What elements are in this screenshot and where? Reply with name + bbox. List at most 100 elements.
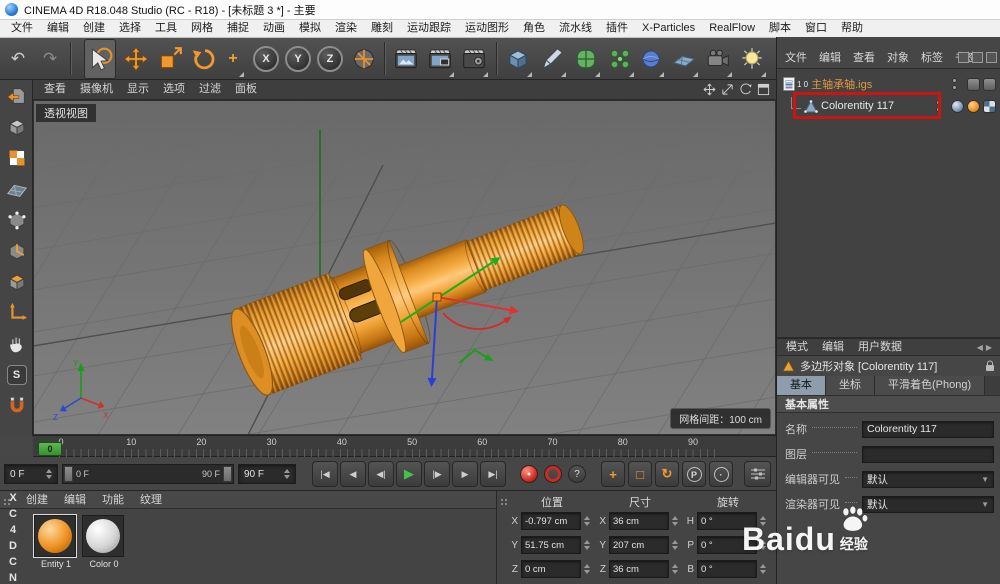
object-row-root[interactable]: 1 0 主轴承轴.igs	[777, 73, 1000, 95]
viewport-menu-item[interactable]: 显示	[120, 80, 156, 99]
object-manager-menu-item[interactable]: 标签	[915, 49, 949, 67]
material-menu-item[interactable]: 纹理	[132, 491, 170, 509]
menu-item[interactable]: 动画	[256, 20, 292, 37]
menu-item[interactable]: 工具	[148, 20, 184, 37]
menu-item[interactable]: 流水线	[552, 20, 599, 37]
magnet-tool-button[interactable]	[0, 390, 33, 421]
texture-mode-button[interactable]	[0, 142, 33, 173]
coordinate-system-button[interactable]	[348, 39, 380, 79]
end-frame-spinner[interactable]: 90 F	[238, 464, 296, 484]
polygons-mode-button[interactable]	[0, 266, 33, 297]
viewport-menu-item[interactable]: 面板	[228, 80, 264, 99]
menu-item[interactable]: 模拟	[292, 20, 328, 37]
object-manager-menu-item[interactable]: 查看	[847, 49, 881, 67]
recent-tools-button[interactable]: +	[220, 39, 246, 79]
timeline-options-button[interactable]	[744, 461, 771, 487]
menu-item[interactable]: 文件	[4, 20, 40, 37]
history-arrows-icon[interactable]: ◀▶	[977, 343, 1000, 352]
redo-button[interactable]: ↷	[34, 39, 66, 79]
object-name[interactable]: 主轴承轴.igs	[811, 76, 872, 92]
key-scale-toggle[interactable]: □	[628, 461, 652, 487]
editor-visibility-dropdown[interactable]: 默认▼	[862, 471, 994, 488]
move-tool[interactable]	[120, 39, 152, 79]
current-frame-spinner[interactable]: 0 F	[4, 464, 58, 484]
add-light-button[interactable]	[736, 39, 768, 79]
rotation-h-field[interactable]: H0 °	[685, 511, 766, 531]
points-mode-button[interactable]	[0, 204, 33, 235]
next-frame-button[interactable]: |▶	[424, 461, 450, 487]
key-position-toggle[interactable]: +	[601, 461, 625, 487]
object-manager-menu-item[interactable]: 对象	[881, 49, 915, 67]
attribute-menu-item[interactable]: 用户数据	[851, 338, 909, 356]
basic-properties-header[interactable]: 基本属性	[777, 395, 1000, 413]
visibility-dots-icon[interactable]	[952, 78, 957, 90]
tag-icon[interactable]	[983, 78, 996, 91]
spinner-arrows-icon[interactable]	[672, 516, 678, 526]
go-to-start-button[interactable]: |◀	[312, 461, 338, 487]
x-axis-lock-button[interactable]: X	[250, 39, 282, 79]
material-menu-item[interactable]: 创建	[18, 491, 56, 509]
spinner-arrows-icon[interactable]	[760, 516, 766, 526]
object-name[interactable]: Colorentity 117	[821, 100, 894, 112]
enable-snap-button[interactable]: S	[0, 359, 33, 390]
add-spline-pen-button[interactable]	[536, 39, 568, 79]
workplane-mode-button[interactable]	[0, 173, 33, 204]
add-subdivision-surface-button[interactable]	[570, 39, 602, 79]
menu-item[interactable]: 运动图形	[458, 20, 516, 37]
previous-key-button[interactable]: ◀	[340, 461, 366, 487]
menu-item[interactable]: RealFlow	[702, 20, 762, 37]
menu-item[interactable]: 创建	[76, 20, 112, 37]
scale-tool[interactable]	[154, 39, 186, 79]
undo-button[interactable]: ↶	[2, 39, 34, 79]
viewport-canvas[interactable]: Y X Z	[33, 100, 776, 435]
size-y-field[interactable]: Y207 cm	[597, 535, 678, 555]
spinner-arrows-icon[interactable]	[760, 540, 766, 550]
viewport-perspective[interactable]: 查看摄像机显示选项过滤面板	[33, 80, 776, 435]
maximize-icon[interactable]	[757, 83, 770, 96]
render-view-button[interactable]	[390, 39, 422, 79]
go-to-end-button[interactable]: ▶|	[480, 461, 506, 487]
menu-item[interactable]: 编辑	[40, 20, 76, 37]
object-manager-list[interactable]: 1 0 主轴承轴.igs Colorentity 117	[777, 68, 1000, 338]
menu-item[interactable]: X-Particles	[635, 20, 702, 37]
autokey-toggle[interactable]	[544, 465, 562, 483]
attribute-menu-item[interactable]: 编辑	[815, 338, 851, 356]
spinner-arrows-icon[interactable]	[584, 516, 590, 526]
menu-item[interactable]: 雕刻	[364, 20, 400, 37]
record-keyframe-button[interactable]: ●	[520, 465, 538, 483]
panel-grip-icon[interactable]	[3, 495, 13, 513]
add-primitive-cube-button[interactable]	[502, 39, 534, 79]
material-menu-item[interactable]: 编辑	[56, 491, 94, 509]
range-start-handle[interactable]	[64, 466, 73, 482]
menu-item[interactable]: 运动跟踪	[400, 20, 458, 37]
visibility-dots-icon[interactable]	[936, 100, 941, 112]
timeline-ruler[interactable]: 0102030405060708090 0	[33, 435, 776, 457]
viewport-menu-item[interactable]: 选项	[156, 80, 192, 99]
tag-icon[interactable]	[967, 78, 980, 91]
add-array-button[interactable]	[604, 39, 636, 79]
pan-icon[interactable]	[703, 83, 716, 96]
position-x-field[interactable]: X-0.797 cm	[509, 511, 590, 531]
name-input[interactable]: Colorentity 117	[862, 421, 994, 438]
menu-item[interactable]: 帮助	[834, 20, 870, 37]
timeline-playhead[interactable]: 0	[38, 442, 62, 456]
edit-render-settings-button[interactable]	[458, 39, 490, 79]
live-selection-tool[interactable]	[84, 39, 116, 79]
size-x-field[interactable]: X36 cm	[597, 511, 678, 531]
keyframe-options-button[interactable]: ?	[568, 465, 586, 483]
menu-item[interactable]: 网格	[184, 20, 220, 37]
lock-icon[interactable]	[985, 360, 995, 372]
menu-item[interactable]: 选择	[112, 20, 148, 37]
z-axis-lock-button[interactable]: Z	[314, 39, 346, 79]
material-thumbnail[interactable]	[34, 515, 76, 557]
menu-item[interactable]: 插件	[599, 20, 635, 37]
y-axis-lock-button[interactable]: Y	[282, 39, 314, 79]
tab-phong[interactable]: 平滑着色(Phong)	[875, 376, 985, 395]
spinner-arrows-icon[interactable]	[672, 540, 678, 550]
dolly-icon[interactable]	[721, 83, 734, 96]
menu-item[interactable]: 脚本	[762, 20, 798, 37]
spinner-arrows-icon[interactable]	[760, 564, 766, 574]
position-y-field[interactable]: Y51.75 cm	[509, 535, 590, 555]
viewport-menu-item[interactable]: 过滤	[192, 80, 228, 99]
add-deformer-button[interactable]	[636, 39, 666, 79]
